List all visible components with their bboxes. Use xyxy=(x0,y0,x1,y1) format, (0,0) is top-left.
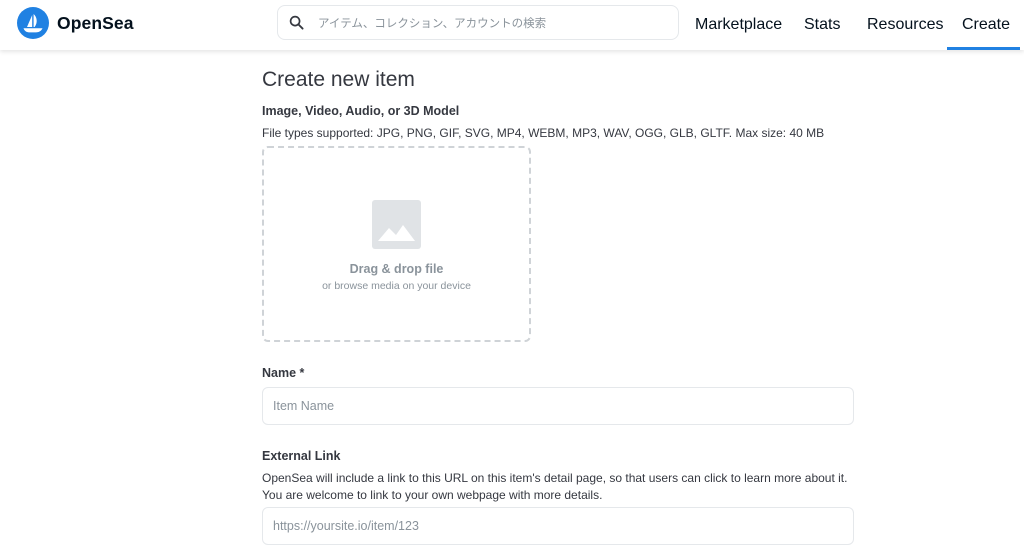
name-label: Name * xyxy=(262,366,305,380)
nav-marketplace[interactable]: Marketplace xyxy=(695,0,782,50)
external-link-label: External Link xyxy=(262,449,341,463)
logo-text: OpenSea xyxy=(57,12,134,33)
nav-create[interactable]: Create xyxy=(962,0,1010,50)
media-file-types: File types supported: JPG, PNG, GIF, SVG… xyxy=(262,126,825,140)
top-navigation-bar: OpenSea Marketplace Stats Resources Crea… xyxy=(0,0,1024,50)
image-icon xyxy=(372,200,421,249)
page-title: Create new item xyxy=(262,68,415,91)
drag-drop-title: Drag & drop file xyxy=(349,262,444,276)
search-input[interactable] xyxy=(318,15,668,30)
media-label: Image, Video, Audio, or 3D Model xyxy=(262,104,460,118)
opensea-logo[interactable]: OpenSea xyxy=(17,7,134,39)
nav-stats[interactable]: Stats xyxy=(804,0,840,50)
opensea-logo-icon xyxy=(17,7,49,39)
active-tab-indicator xyxy=(947,47,1020,50)
item-name-input[interactable] xyxy=(262,387,854,425)
nav-resources[interactable]: Resources xyxy=(867,0,943,50)
media-dropzone[interactable]: Drag & drop file or browse media on your… xyxy=(262,146,531,342)
external-link-input[interactable] xyxy=(262,507,854,545)
search-bar[interactable] xyxy=(277,5,679,40)
external-link-description: OpenSea will include a link to this URL … xyxy=(262,471,848,502)
search-icon xyxy=(288,15,304,31)
browse-media-link[interactable]: or browse media on your device xyxy=(322,280,471,292)
